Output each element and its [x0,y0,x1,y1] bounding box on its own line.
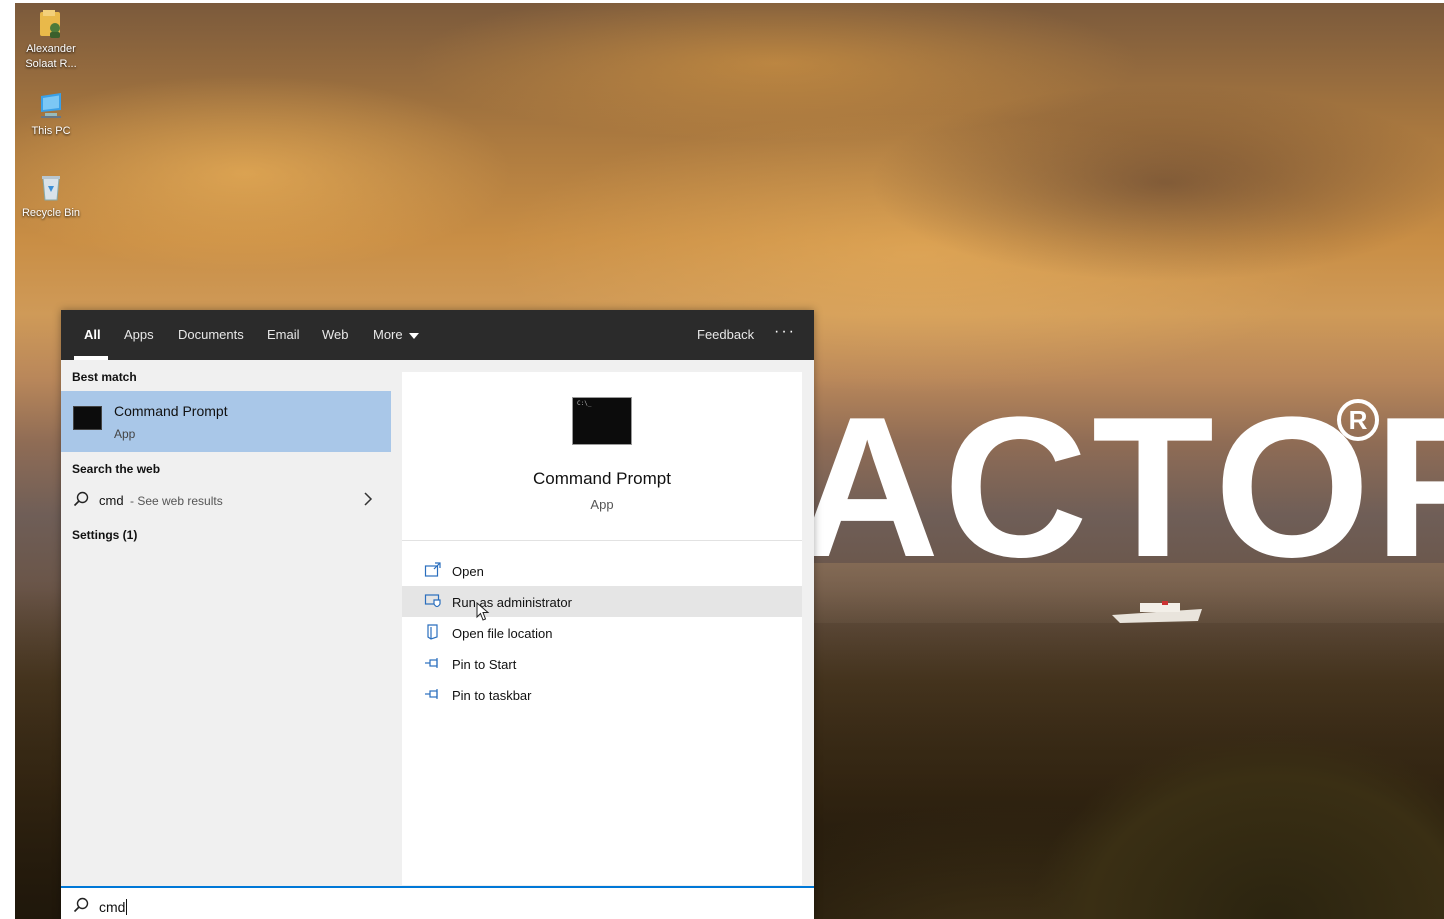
action-label: Pin to taskbar [452,688,532,703]
settings-heading[interactable]: Settings (1) [72,528,137,542]
action-open-file-location[interactable]: Open file location [402,617,802,648]
action-label: Open file location [452,626,553,641]
chevron-down-icon [408,332,419,339]
web-result-row[interactable]: cmd - See web results [61,488,391,514]
action-label: Pin to Start [452,657,517,672]
tab-web[interactable]: Web [322,327,349,347]
desktop-icon-user-folder[interactable]: Alexander Solaat R... [15,8,87,72]
results-list: Best match Command Prompt App Search the… [61,360,402,885]
recycle-bin-icon [42,176,60,201]
action-run-as-administrator[interactable]: Run as administrator [402,586,802,617]
user-folder-icon [40,10,60,38]
search-input-value: cmd [99,899,126,915]
tab-documents[interactable]: Documents [178,327,244,347]
tab-more[interactable]: More [373,327,419,347]
action-pin-to-start[interactable]: Pin to Start [402,648,802,679]
mouse-cursor-icon [476,602,490,621]
tab-email[interactable]: Email [267,327,300,347]
tab-more-label: More [373,327,403,342]
desktop-icon-this-pc[interactable]: This PC [15,90,87,139]
wallpaper-ship [1112,601,1202,623]
best-match-title: Command Prompt [114,403,228,419]
action-pin-to-taskbar[interactable]: Pin to taskbar [402,679,802,710]
web-result-hint: - See web results [130,494,223,508]
web-result-query: cmd [99,493,124,508]
tab-apps[interactable]: Apps [124,327,154,347]
tab-all[interactable]: All [84,327,101,347]
text-caret [126,899,128,915]
search-web-heading: Search the web [72,462,161,476]
search-box[interactable]: cmd [61,886,814,919]
desktop-icon-label: Recycle Bin [21,207,81,219]
chevron-right-icon[interactable] [362,492,374,506]
result-preview-pane: C:\_ Command Prompt App Open Run as admi… [402,372,802,885]
search-scope-tabs: All Apps Documents Email Web More Feedba… [61,310,814,360]
desktop-icon-label: Alexander Solaat R... [25,43,77,70]
action-label: Run as administrator [452,595,572,610]
start-search-panel: All Apps Documents Email Web More Feedba… [61,310,814,919]
search-icon [73,491,89,507]
feedback-link[interactable]: Feedback [697,327,754,347]
action-label: Open [452,564,484,579]
best-match-heading: Best match [72,370,137,384]
folder-icon [427,624,438,640]
search-icon [73,897,89,913]
desktop-icon-recycle-bin[interactable]: Recycle Bin [15,172,87,221]
cmd-icon: C:\_ [572,397,632,445]
desktop-icon-label: This PC [31,125,71,137]
preview-header: C:\_ Command Prompt App [402,372,802,541]
open-icon [424,562,441,577]
cmd-icon [73,406,102,430]
preview-subtitle: App [590,497,614,512]
pin-icon [425,689,438,699]
action-open[interactable]: Open [402,555,802,586]
pin-icon [425,658,438,668]
shield-icon [424,594,441,608]
wallpaper-registered-mark: R [1337,399,1379,441]
computer-icon [41,93,61,118]
search-input[interactable]: cmd [99,899,128,915]
best-match-subtitle: App [114,427,136,441]
best-match-result[interactable]: Command Prompt App [61,391,391,452]
cmd-prompt-glyph: C:\_ [577,400,592,407]
more-options-icon[interactable]: ··· [774,323,796,341]
preview-title: Command Prompt [533,469,671,488]
